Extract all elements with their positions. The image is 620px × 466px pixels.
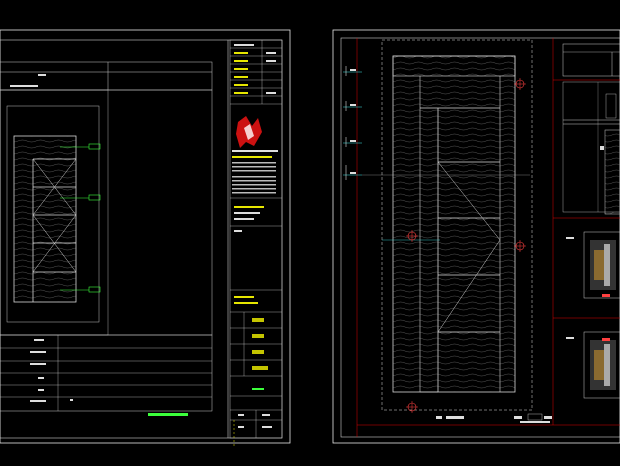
section-detail-2	[566, 331, 620, 399]
door-elevation-left	[13, 135, 77, 303]
section-details-column	[553, 43, 620, 399]
left-spec-table	[0, 334, 213, 416]
door-elevation-right	[382, 55, 516, 393]
section-detail-1	[566, 231, 620, 299]
left-sheet	[0, 29, 291, 446]
company-logo	[236, 116, 262, 148]
left-title-block	[229, 39, 283, 439]
callout-marker-2[interactable]	[88, 194, 101, 201]
right-sheet	[332, 29, 620, 444]
left-header-table	[0, 61, 213, 91]
cad-drawing-canvas[interactable]	[0, 0, 620, 466]
callout-marker-1[interactable]	[88, 143, 101, 150]
right-sheet-footer	[436, 413, 552, 423]
callout-marker-3[interactable]	[88, 286, 101, 293]
